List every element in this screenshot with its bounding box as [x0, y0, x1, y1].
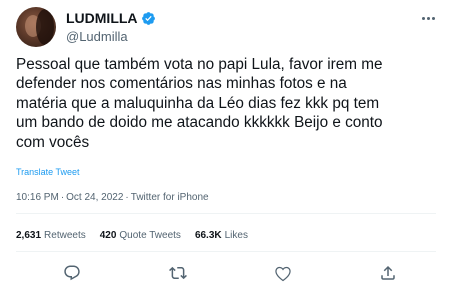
quotes-stat[interactable]: 420 Quote Tweets: [100, 230, 181, 241]
engagement-stats: 2,631 Retweets 420 Quote Tweets 66.3K Likes: [16, 230, 262, 241]
meta-separator: ·: [125, 192, 129, 203]
retweet-button[interactable]: [167, 262, 189, 284]
likes-stat[interactable]: 66.3K Likes: [195, 230, 248, 241]
tweet-time[interactable]: 10:16 PM: [16, 192, 59, 203]
author-display-name[interactable]: LUDMILLA: [66, 10, 138, 26]
author-handle[interactable]: @Ludmilla: [66, 29, 128, 44]
author-name-row: LUDMILLA: [66, 10, 156, 26]
share-icon: [381, 265, 395, 280]
divider: [16, 251, 436, 252]
more-options-icon[interactable]: [418, 12, 438, 24]
meta-separator: ·: [60, 192, 65, 203]
tweet-source[interactable]: Twitter for iPhone: [131, 192, 209, 203]
reply-button[interactable]: [61, 262, 83, 284]
avatar[interactable]: [16, 7, 56, 47]
verified-badge-icon: [141, 11, 155, 25]
like-icon: [275, 266, 291, 282]
translate-tweet-link[interactable]: Translate Tweet: [16, 167, 80, 177]
reply-icon: [64, 265, 80, 281]
retweet-icon: [169, 266, 187, 280]
avatar-photo-shadow: [36, 9, 54, 45]
quotes-count: 420: [99, 230, 117, 241]
retweets-count: 2,631: [16, 230, 42, 241]
retweets-stat[interactable]: 2,631 Retweets: [16, 230, 86, 241]
quotes-label: Quote Tweets: [119, 230, 181, 241]
share-button[interactable]: [377, 262, 399, 284]
likes-count: 66.3K: [194, 230, 222, 241]
tweet-text: Pessoal que também vota no papi Lula, fa…: [16, 56, 383, 151]
tweet-date[interactable]: Oct 24, 2022: [66, 192, 123, 203]
tweet-metadata: 10:16 PM · Oct 24, 2022 · Twitter for iPhone: [16, 192, 209, 203]
action-bar: [16, 262, 436, 284]
tweet-card: LUDMILLA @Ludmilla Pessoal que também vo…: [0, 0, 452, 290]
like-button[interactable]: [272, 262, 294, 284]
likes-label: Likes: [224, 230, 248, 241]
divider: [16, 213, 436, 214]
retweets-label: Retweets: [44, 230, 86, 241]
